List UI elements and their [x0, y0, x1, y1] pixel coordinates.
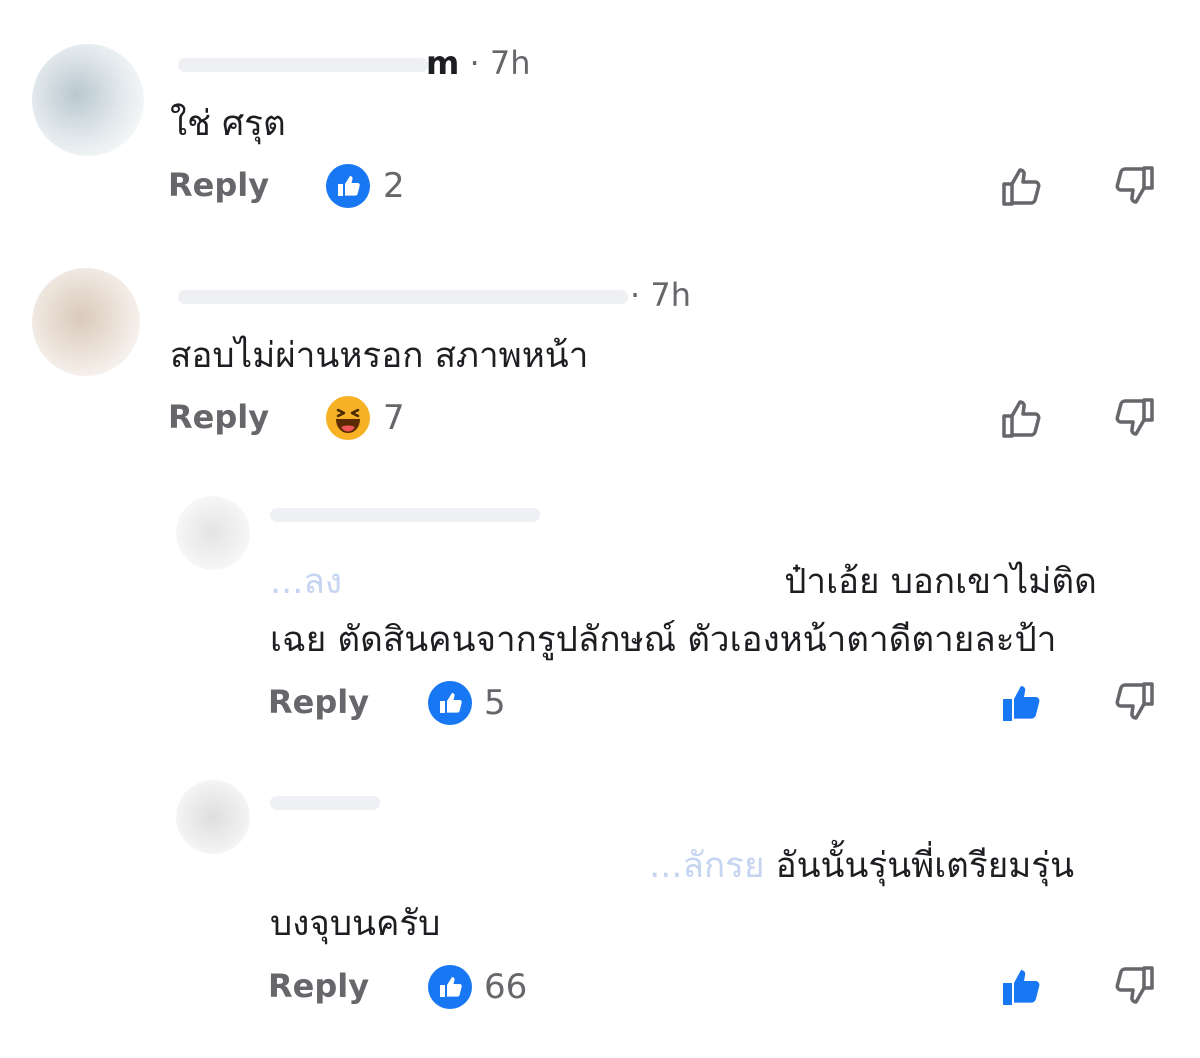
comment-meta: m · 7h [426, 44, 531, 82]
like-icon[interactable] [326, 164, 370, 208]
timestamp[interactable]: 7h [490, 44, 531, 82]
author-name-redacted[interactable] [270, 508, 540, 522]
comment-text-line-2: บงจุบนครับ [270, 904, 441, 944]
mention-tag[interactable]: ...ลง [270, 562, 342, 602]
like-icon[interactable] [428, 681, 472, 725]
like-icon[interactable] [428, 965, 472, 1009]
reaction-count[interactable]: 2 [383, 166, 405, 206]
haha-icon[interactable] [326, 396, 370, 440]
comment-text-line-1: ...ลง ป๋าเอ้ย บอกเขาไม่ติด [270, 556, 1097, 608]
avatar[interactable] [32, 268, 140, 376]
downvote-icon[interactable] [1110, 162, 1158, 210]
comment-text-line-1: ...ลักรย อันนั้นรุ่นพี่เตรียมรุ่น [270, 840, 1074, 892]
reaction-count[interactable]: 7 [383, 398, 405, 438]
comment-text-line-2: เฉย ตัดสินคนจากรูปลักษณ์ ตัวเองหน้าตาดีต… [270, 620, 1057, 660]
mention-tag[interactable]: ...ลักรย [649, 846, 764, 886]
reply-button[interactable]: Reply [268, 967, 369, 1005]
comment-text: สอบไม่ผ่านหรอก สภาพหน้า [170, 336, 589, 376]
reply-button[interactable]: Reply [268, 683, 369, 721]
reaction-count[interactable]: 66 [484, 967, 527, 1007]
reply-button[interactable]: Reply [168, 166, 269, 204]
comment-text: ใช่ ศรุต [170, 104, 286, 144]
upvote-icon-active[interactable] [998, 962, 1046, 1010]
avatar[interactable] [176, 496, 250, 570]
upvote-icon-active[interactable] [998, 678, 1046, 726]
author-name[interactable]: m [426, 44, 459, 82]
upvote-icon[interactable] [998, 162, 1046, 210]
author-name-redacted[interactable] [270, 796, 380, 810]
reaction-count[interactable]: 5 [484, 683, 506, 723]
comment-meta: · 7h [630, 276, 691, 314]
author-name-redacted[interactable] [178, 58, 428, 72]
time-separator: · [469, 44, 480, 82]
downvote-icon[interactable] [1110, 962, 1158, 1010]
timestamp[interactable]: 7h [650, 276, 691, 314]
reply-button[interactable]: Reply [168, 398, 269, 436]
downvote-icon[interactable] [1110, 678, 1158, 726]
comment-text-part: ป๋าเอ้ย บอกเขาไม่ติด [784, 562, 1097, 602]
upvote-icon[interactable] [998, 394, 1046, 442]
time-separator: · [630, 276, 641, 314]
comment-text-part: อันนั้นรุ่นพี่เตรียมรุ่น [775, 846, 1074, 886]
avatar[interactable] [32, 44, 144, 156]
avatar[interactable] [176, 780, 250, 854]
author-name-redacted[interactable] [178, 290, 628, 304]
downvote-icon[interactable] [1110, 394, 1158, 442]
